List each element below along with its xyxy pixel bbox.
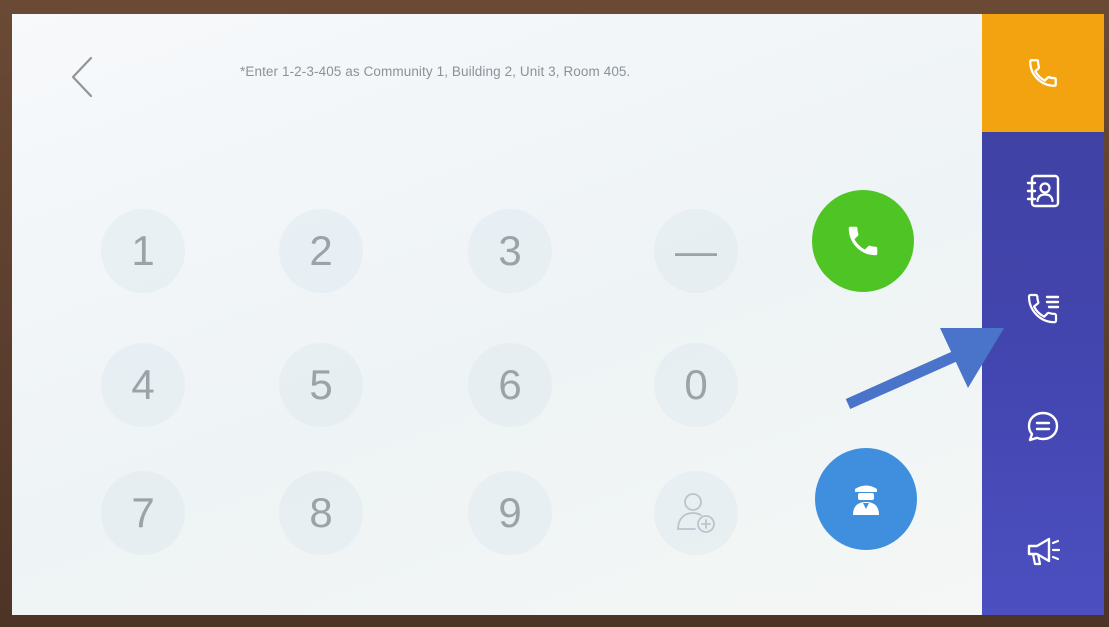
screen: *Enter 1-2-3-405 as Community 1, Buildin… (12, 14, 1104, 615)
input-hint: *Enter 1-2-3-405 as Community 1, Buildin… (240, 64, 631, 79)
sidebar-item-notices[interactable] (982, 486, 1104, 615)
key-2[interactable]: 2 (256, 206, 386, 296)
key-pad-bg (654, 471, 738, 555)
top-bar: *Enter 1-2-3-405 as Community 1, Buildin… (12, 14, 982, 134)
message-icon (1027, 411, 1059, 442)
annotation-arrow (845, 328, 1004, 410)
security-guard-icon (853, 485, 879, 515)
notice-megaphone-icon (1027, 537, 1061, 565)
key-label: 4 (131, 361, 155, 408)
key-5[interactable]: 5 (256, 340, 386, 430)
key-dash[interactable]: — (631, 206, 761, 296)
add-contact-button[interactable] (631, 468, 761, 558)
call-guard-button[interactable] (815, 448, 917, 550)
key-label: 9 (498, 489, 522, 536)
sidebar (982, 14, 1104, 615)
key-9[interactable]: 9 (445, 468, 575, 558)
call-button[interactable] (812, 190, 914, 292)
dial-panel: *Enter 1-2-3-405 as Community 1, Buildin… (12, 14, 982, 615)
key-label: 5 (309, 361, 333, 408)
call-records-icon (1027, 293, 1060, 324)
contacts-icon (1026, 174, 1060, 208)
key-label: 2 (309, 227, 333, 274)
key-3[interactable]: 3 (445, 206, 575, 296)
sidebar-item-contacts[interactable] (982, 132, 1104, 250)
key-6[interactable]: 6 (445, 340, 575, 430)
key-0[interactable]: 0 (631, 340, 761, 430)
back-button[interactable] (62, 52, 102, 102)
phone-icon (1029, 59, 1057, 87)
key-1[interactable]: 1 (78, 206, 208, 296)
key-label: 3 (498, 227, 522, 274)
key-7[interactable]: 7 (78, 468, 208, 558)
key-8[interactable]: 8 (256, 468, 386, 558)
key-4[interactable]: 4 (78, 340, 208, 430)
sidebar-item-call[interactable] (982, 14, 1104, 132)
device-bezel: *Enter 1-2-3-405 as Community 1, Buildin… (0, 0, 1109, 627)
key-label: 8 (309, 489, 333, 536)
key-label: 7 (131, 489, 155, 536)
phone-icon (848, 226, 878, 256)
key-label: 0 (684, 361, 708, 408)
chevron-left-icon (71, 56, 93, 98)
key-label: 1 (131, 227, 155, 274)
key-label: — (675, 227, 717, 274)
key-label: 6 (498, 361, 522, 408)
